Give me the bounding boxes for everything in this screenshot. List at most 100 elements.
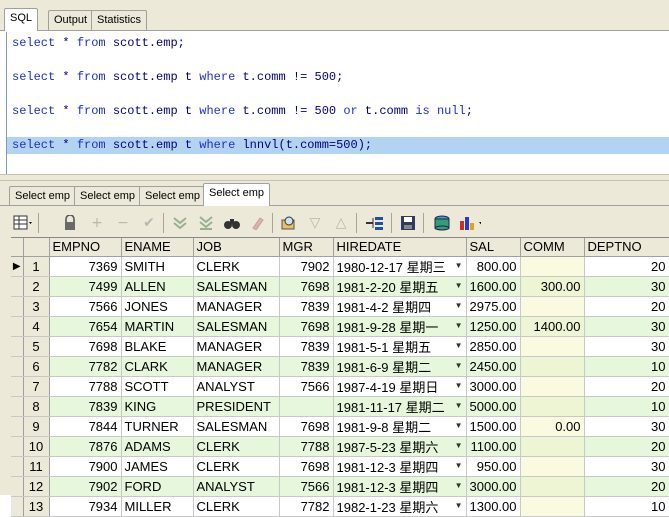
cell-deptno[interactable]: 20 [584, 436, 669, 457]
cell-ename[interactable]: JONES [121, 296, 194, 317]
save-icon[interactable] [397, 212, 419, 234]
cell-comm[interactable] [520, 436, 585, 457]
column-header-hiredate[interactable]: HIREDATE [333, 238, 467, 257]
cell-deptno[interactable]: 20 [584, 256, 669, 277]
table-row[interactable]: 5 7698 BLAKE MANAGER 7839 ▼ 1981-5-1 星期五 2850.0… [11, 336, 669, 357]
cell-empno[interactable]: 7876 [49, 436, 122, 457]
cell-comm[interactable] [520, 256, 585, 277]
cell-hiredate[interactable]: ▼ 1981-4-2 星期四 [333, 296, 467, 317]
cell-empno[interactable]: 7782 [49, 356, 122, 377]
row-indicator[interactable] [11, 396, 24, 417]
cell-sal[interactable]: 1500.00 [466, 416, 521, 437]
cell-mgr[interactable]: 7566 [279, 476, 334, 497]
table-row[interactable]: 4 7654 MARTIN SALESMAN 7698 ▼ 1981-9-28 星期一 125… [11, 316, 669, 337]
cell-ename[interactable]: SCOTT [121, 376, 194, 397]
cell-empno[interactable]: 7902 [49, 476, 122, 497]
cell-sal[interactable]: 1300.00 [466, 496, 521, 517]
cell-ename[interactable]: BLAKE [121, 336, 194, 357]
cell-empno[interactable]: 7654 [49, 316, 122, 337]
date-dropdown-icon[interactable]: ▼ [455, 357, 463, 370]
filter-down-icon[interactable]: ▽ [304, 212, 326, 234]
tab-statistics[interactable]: Statistics [91, 10, 148, 30]
date-dropdown-icon[interactable]: ▼ [455, 297, 463, 310]
row-indicator[interactable] [11, 336, 24, 357]
cell-empno[interactable]: 7566 [49, 296, 122, 317]
table-row[interactable]: 8 7839 KING PRESIDENT ▼ 1981-11-17 星期二 5000.00… [11, 396, 669, 417]
delete-record-icon[interactable]: − [112, 212, 134, 234]
cell-job[interactable]: SALESMAN [193, 416, 280, 437]
sql-line[interactable]: select * from scott.emp t where t.comm !… [7, 69, 669, 86]
cell-mgr[interactable]: 7566 [279, 376, 334, 397]
cell-empno[interactable]: 7788 [49, 376, 122, 397]
cell-job[interactable]: SALESMAN [193, 316, 280, 337]
cell-sal[interactable]: 1250.00 [466, 316, 521, 337]
cell-hiredate[interactable]: ▼ 1981-9-28 星期一 [333, 316, 467, 337]
cell-mgr[interactable]: 7788 [279, 436, 334, 457]
cell-hiredate[interactable]: ▼ 1981-5-1 星期五 [333, 336, 467, 357]
cell-deptno[interactable]: 30 [584, 276, 669, 297]
cell-sal[interactable]: 2450.00 [466, 356, 521, 377]
row-indicator[interactable] [11, 276, 24, 297]
cell-deptno[interactable]: 30 [584, 316, 669, 337]
cell-job[interactable]: MANAGER [193, 336, 280, 357]
cell-mgr[interactable]: 7839 [279, 336, 334, 357]
cell-comm[interactable] [520, 496, 585, 517]
sql-line[interactable]: select * from scott.emp t where lnnvl(t.… [7, 137, 669, 154]
cell-empno[interactable]: 7839 [49, 396, 122, 417]
table-row[interactable]: 6 7782 CLARK MANAGER 7839 ▼ 1981-6-9 星期二 2450.0… [11, 356, 669, 377]
lock-icon[interactable] [59, 212, 81, 234]
cell-deptno[interactable]: 20 [584, 296, 669, 317]
cell-sal[interactable]: 950.00 [466, 456, 521, 477]
cell-comm[interactable] [520, 356, 585, 377]
cell-comm[interactable] [520, 376, 585, 397]
cell-deptno[interactable]: 30 [584, 416, 669, 437]
row-indicator[interactable] [11, 376, 24, 397]
table-row[interactable]: 9 7844 TURNER SALESMAN 7698 ▼ 1981-9-8 星期二 1500… [11, 416, 669, 437]
add-record-icon[interactable]: + [86, 212, 108, 234]
cell-hiredate[interactable]: ▼ 1981-6-9 星期二 [333, 356, 467, 377]
cell-empno[interactable]: 7698 [49, 336, 122, 357]
row-indicator[interactable] [11, 496, 24, 517]
table-row[interactable]: ▶ 1 7369 SMITH CLERK 7902 ▼ 1980-12-17 星期三 800.0… [11, 256, 669, 277]
row-indicator[interactable] [11, 296, 24, 317]
table-row[interactable]: 11 7900 JAMES CLERK 7698 ▼ 1981-12-3 星期四 950.00… [11, 456, 669, 477]
cell-mgr[interactable]: 7839 [279, 296, 334, 317]
cell-comm[interactable]: 1400.00 [520, 316, 585, 337]
cell-comm[interactable] [520, 396, 585, 417]
column-header-mgr[interactable]: MGR [279, 238, 334, 257]
cell-comm[interactable] [520, 476, 585, 497]
cell-job[interactable]: ANALYST [193, 476, 280, 497]
table-row[interactable]: 10 7876 ADAMS CLERK 7788 ▼ 1987-5-23 星期六 1100.0… [11, 436, 669, 457]
column-header-sal[interactable]: SAL [466, 238, 521, 257]
date-dropdown-icon[interactable]: ▼ [455, 497, 463, 510]
row-indicator[interactable] [11, 416, 24, 437]
row-indicator[interactable]: ▶ [11, 256, 24, 277]
tab-sql[interactable]: SQL [4, 8, 39, 31]
cell-empno[interactable]: 7844 [49, 416, 122, 437]
cell-hiredate[interactable]: ▼ 1981-9-8 星期二 [333, 416, 467, 437]
row-indicator[interactable] [11, 356, 24, 377]
splitter[interactable] [0, 174, 669, 181]
cell-job[interactable]: MANAGER [193, 356, 280, 377]
date-dropdown-icon[interactable]: ▼ [455, 317, 463, 330]
query-by-example-icon[interactable] [278, 212, 300, 234]
cell-hiredate[interactable]: ▼ 1982-1-23 星期六 [333, 496, 467, 517]
cell-hiredate[interactable]: ▼ 1987-4-19 星期日 [333, 376, 467, 397]
date-dropdown-icon[interactable]: ▼ [455, 417, 463, 430]
column-header-deptno[interactable]: DEPTNO [584, 238, 669, 257]
cell-comm[interactable]: 300.00 [520, 276, 585, 297]
fetch-all-icon[interactable] [195, 212, 217, 234]
cell-deptno[interactable]: 10 [584, 356, 669, 377]
cell-sal[interactable]: 1100.00 [466, 436, 521, 457]
table-row[interactable]: 13 7934 MILLER CLERK 7782 ▼ 1982-1-23 星期六 1300.… [11, 496, 669, 517]
cell-hiredate[interactable]: ▼ 1981-12-3 星期四 [333, 476, 467, 497]
cell-mgr[interactable]: 7839 [279, 356, 334, 377]
fetch-next-icon[interactable] [169, 212, 191, 234]
table-row[interactable]: 3 7566 JONES MANAGER 7839 ▼ 1981-4-2 星期四 2975.0… [11, 296, 669, 317]
cell-deptno[interactable]: 10 [584, 396, 669, 417]
cell-job[interactable]: CLERK [193, 496, 280, 517]
cell-job[interactable]: SALESMAN [193, 276, 280, 297]
date-dropdown-icon[interactable]: ▼ [455, 277, 463, 290]
date-dropdown-icon[interactable]: ▼ [455, 257, 463, 270]
cell-sal[interactable]: 2975.00 [466, 296, 521, 317]
